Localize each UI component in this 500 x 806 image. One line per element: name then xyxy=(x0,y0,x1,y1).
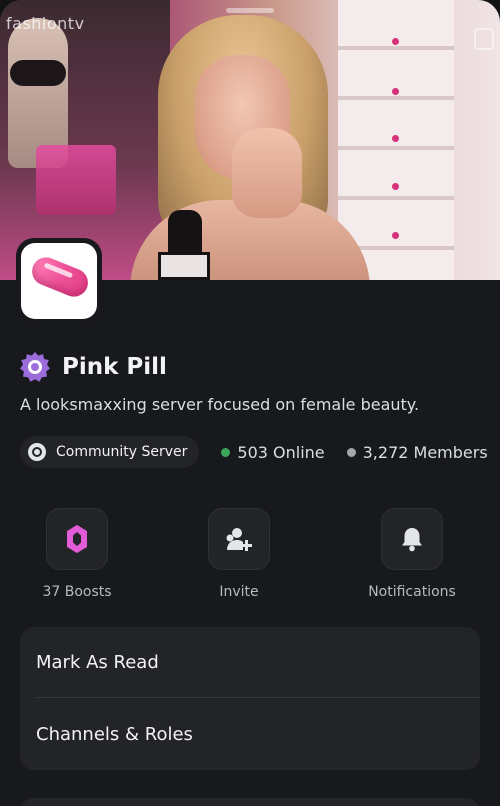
mark-as-read-item[interactable]: Mark As Read xyxy=(36,627,464,697)
next-menu-card xyxy=(20,798,480,806)
server-meta: Community Server 503 Online 3,272 Member… xyxy=(20,436,488,468)
boosts-button[interactable] xyxy=(46,508,108,570)
sheet-drag-handle[interactable] xyxy=(226,8,274,13)
member-count: 3,272 Members xyxy=(346,443,488,462)
boost-icon xyxy=(67,525,87,553)
server-menu: Mark As Read Channels & Roles xyxy=(20,627,480,770)
server-sheet: fashiontv Pink Pill A looksmaxxing serve… xyxy=(0,0,500,806)
notifications-label: Notifications xyxy=(368,584,456,600)
bell-icon xyxy=(402,528,422,552)
add-friend-icon xyxy=(226,528,252,551)
menu-divider xyxy=(36,697,480,698)
invite-button[interactable] xyxy=(208,508,270,570)
channels-roles-item[interactable]: Channels & Roles xyxy=(36,699,464,769)
verified-globe-icon xyxy=(20,352,50,382)
boosts-label: 37 Boosts xyxy=(42,584,112,600)
online-count: 503 Online xyxy=(221,443,325,462)
banner-watermark: fashiontv xyxy=(6,14,85,33)
invite-label: Invite xyxy=(219,584,259,600)
invite-action[interactable]: Invite xyxy=(192,508,286,600)
server-name: Pink Pill xyxy=(62,354,167,380)
server-description: A looksmaxxing server focused on female … xyxy=(20,395,420,414)
pink-pill-icon xyxy=(27,253,93,301)
copy-icon xyxy=(474,28,494,50)
notifications-action[interactable]: Notifications xyxy=(364,508,460,600)
server-icon[interactable] xyxy=(16,238,102,324)
notifications-button[interactable] xyxy=(381,508,443,570)
online-dot-icon xyxy=(221,447,231,457)
community-icon xyxy=(28,443,46,461)
boosts-action[interactable]: 37 Boosts xyxy=(30,508,124,600)
members-dot-icon xyxy=(346,447,356,457)
community-server-chip[interactable]: Community Server xyxy=(20,436,200,468)
server-title-row: Pink Pill xyxy=(20,351,167,383)
